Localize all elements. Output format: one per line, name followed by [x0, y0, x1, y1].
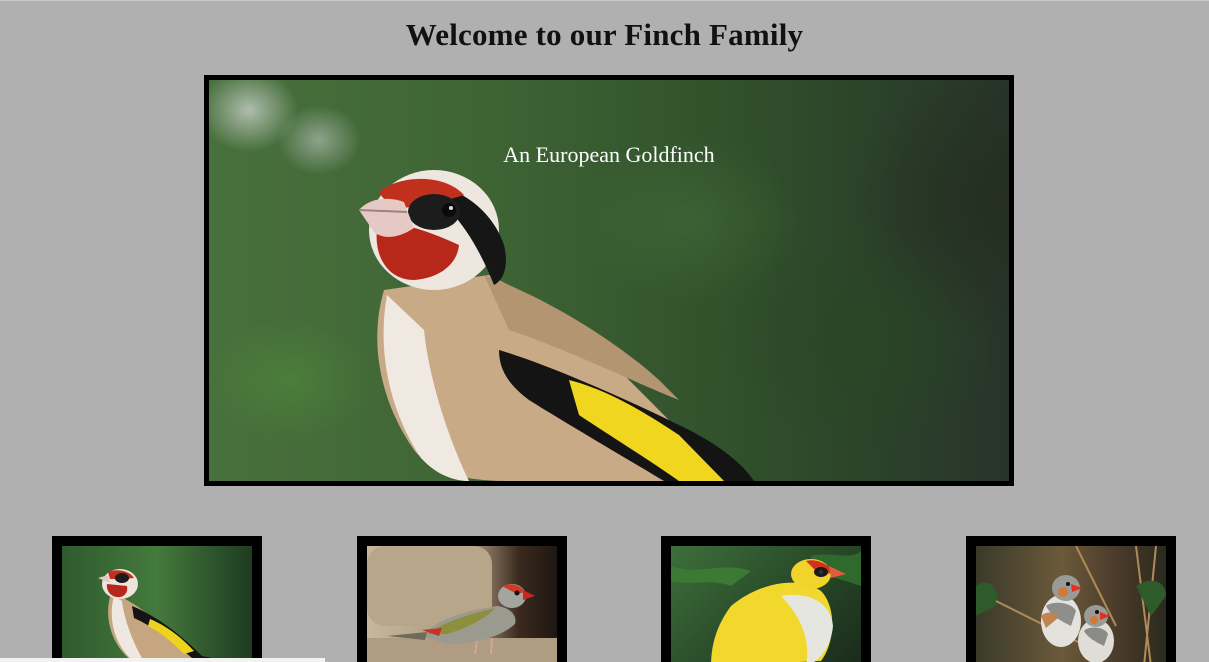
european-goldfinch-photo	[98, 569, 212, 661]
thumbnail-yellow-finch[interactable]	[661, 536, 871, 662]
finch-family-page: Welcome to our Finch Family An European …	[0, 0, 1209, 662]
thumbnail-zebra-finches[interactable]	[966, 536, 1176, 662]
thumbnail-image	[62, 546, 252, 662]
thumbnail-image	[976, 546, 1166, 662]
european-goldfinch-photo	[358, 170, 754, 481]
yellow-gouldian-finch-photo	[671, 551, 861, 662]
page-title: Welcome to our Finch Family	[405, 17, 804, 52]
hero-caption: An European Goldfinch	[503, 142, 715, 167]
zebra-finches-photo	[976, 546, 1166, 662]
hero-image: An European Goldfinch	[209, 80, 1009, 481]
thumbnail-image	[671, 546, 861, 662]
red-browed-finch-photo	[367, 546, 557, 662]
thumbnail-european-goldfinch[interactable]	[52, 536, 262, 662]
thumbnail-red-browed-finch[interactable]	[357, 536, 567, 662]
horizontal-scrollbar[interactable]	[0, 658, 325, 662]
thumbnail-image	[367, 546, 557, 662]
hero-image-frame[interactable]: An European Goldfinch	[204, 75, 1014, 486]
